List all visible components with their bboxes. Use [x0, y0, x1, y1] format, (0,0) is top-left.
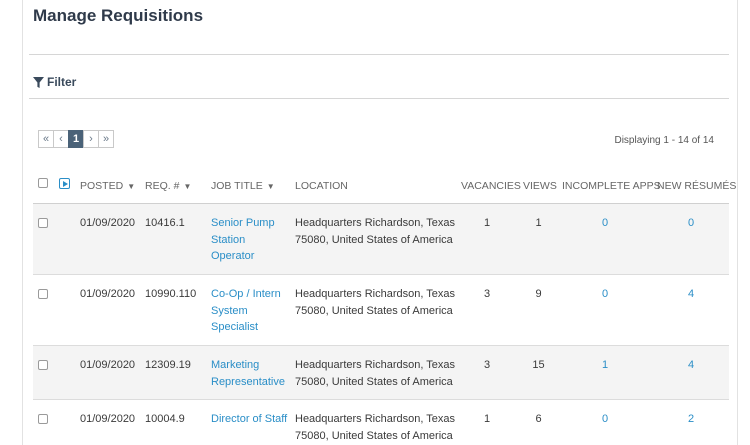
views-count: 6	[535, 413, 542, 425]
job-title-link[interactable]: Senior Pump Station Operator	[211, 215, 291, 265]
row-checkbox[interactable]	[38, 414, 48, 424]
job-title-link[interactable]: Co-Op / Intern System Specialist	[211, 286, 291, 336]
column-views: VIEWS	[523, 180, 557, 192]
displaying-count: Displaying 1 - 14 of 14	[614, 135, 714, 146]
first-page-button[interactable]: «	[38, 130, 54, 148]
vacancies-count: 3	[483, 288, 491, 300]
incomplete-apps-link[interactable]: 1	[561, 357, 649, 374]
prev-page-button[interactable]: ‹	[53, 130, 69, 148]
posted-date: 01/09/2020	[80, 359, 136, 371]
table-row: 01/09/2020 12309.19 Marketing Representa…	[33, 346, 729, 400]
posted-date: 01/09/2020	[80, 413, 136, 425]
column-new-resumes: NEW RÉSUMÉS	[657, 180, 737, 192]
table-header: POSTED ▼ REQ. # ▼ JOB TITLE ▼ LOCATION VACA…	[33, 178, 736, 204]
posted-date: 01/09/2020	[80, 217, 136, 229]
column-job-title[interactable]: JOB TITLE ▼	[211, 180, 275, 192]
views-count: 15	[532, 359, 545, 371]
divider	[29, 54, 729, 55]
next-page-button[interactable]: ›	[83, 130, 99, 148]
new-resumes-link[interactable]: 2	[653, 411, 729, 428]
location: Headquarters Richardson, Texas 75080, Un…	[295, 217, 455, 246]
content-border-left	[22, 0, 23, 445]
table-row: 01/09/2020 10416.1 Senior Pump Station O…	[33, 204, 729, 275]
funnel-icon	[33, 76, 44, 88]
req-number: 10990.110	[145, 288, 197, 300]
chevron-down-icon: ▼	[127, 181, 136, 191]
table-row: 01/09/2020 10990.110 Co-Op / Intern Syst…	[33, 275, 729, 346]
chevron-down-icon: ▼	[183, 181, 192, 191]
row-checkbox[interactable]	[38, 289, 48, 299]
content-border-right	[737, 0, 738, 445]
play-icon[interactable]	[59, 178, 70, 189]
column-location: LOCATION	[295, 180, 348, 192]
last-page-button[interactable]: »	[98, 130, 114, 148]
new-resumes-link[interactable]: 4	[653, 286, 729, 303]
job-title-link[interactable]: Marketing Representative	[211, 357, 291, 390]
table-row: 01/09/2020 10004.9 Director of Staff Hea…	[33, 400, 729, 445]
column-req[interactable]: REQ. # ▼	[145, 180, 191, 192]
new-resumes-link[interactable]: 0	[653, 215, 729, 232]
posted-date: 01/09/2020	[80, 288, 136, 300]
column-vacancies: VACANCIES	[461, 180, 521, 192]
req-number: 12309.19	[145, 359, 191, 371]
new-resumes-link[interactable]: 4	[653, 357, 729, 374]
location: Headquarters Richardson, Texas 75080, Un…	[295, 359, 455, 388]
row-checkbox[interactable]	[38, 360, 48, 370]
filter-toggle[interactable]: Filter	[33, 75, 76, 89]
page-1-button[interactable]: 1	[68, 130, 84, 148]
column-posted[interactable]: POSTED ▼	[80, 180, 135, 192]
incomplete-apps-link[interactable]: 0	[561, 411, 649, 428]
page-title: Manage Requisitions	[33, 6, 204, 25]
column-incomplete-apps: INCOMPLETE APPS	[562, 180, 661, 192]
views-count: 1	[535, 217, 542, 229]
select-all-checkbox[interactable]	[38, 178, 48, 188]
divider	[29, 98, 729, 99]
location: Headquarters Richardson, Texas 75080, Un…	[295, 413, 455, 442]
vacancies-count: 1	[483, 413, 491, 425]
row-checkbox[interactable]	[38, 218, 48, 228]
views-count: 9	[535, 288, 542, 300]
chevron-down-icon: ▼	[266, 181, 275, 191]
location: Headquarters Richardson, Texas 75080, Un…	[295, 288, 455, 317]
filter-label: Filter	[47, 75, 77, 89]
incomplete-apps-link[interactable]: 0	[561, 286, 649, 303]
incomplete-apps-link[interactable]: 0	[561, 215, 649, 232]
vacancies-count: 1	[483, 217, 491, 229]
pagination: « ‹ 1 › »	[38, 130, 114, 148]
job-title-link[interactable]: Director of Staff	[211, 411, 291, 428]
req-number: 10004.9	[145, 413, 185, 425]
req-number: 10416.1	[145, 217, 185, 229]
vacancies-count: 3	[483, 359, 491, 371]
